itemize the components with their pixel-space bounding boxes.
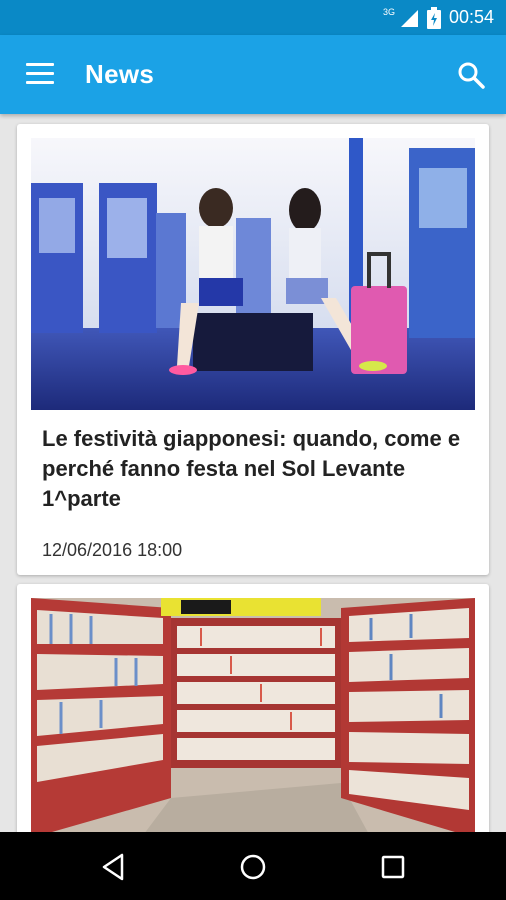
back-icon[interactable] xyxy=(96,849,132,885)
status-icons: 3G 00:54 xyxy=(383,0,494,35)
news-feed: Le festività giapponesi: quando, come e … xyxy=(0,114,506,832)
battery-icon xyxy=(426,6,441,29)
clock: 00:54 xyxy=(448,7,494,27)
menu-icon[interactable] xyxy=(26,63,54,85)
signal-icon xyxy=(400,9,418,27)
network-type: 3G xyxy=(382,6,395,17)
article-image xyxy=(31,598,475,832)
search-icon[interactable] xyxy=(456,60,486,90)
recents-icon[interactable] xyxy=(375,849,411,885)
article-image xyxy=(31,138,475,410)
article-date: 12/06/2016 18:00 xyxy=(42,540,183,560)
navigation-bar xyxy=(0,832,506,900)
home-icon[interactable] xyxy=(235,849,271,885)
status-bar: 3G 00:54 xyxy=(0,0,506,35)
news-card[interactable] xyxy=(17,584,489,832)
article-title: Le festività giapponesi: quando, come e … xyxy=(42,426,461,511)
app-bar: News xyxy=(0,35,506,114)
page-title: News xyxy=(85,59,155,89)
news-card[interactable]: Le festività giapponesi: quando, come e … xyxy=(17,124,489,575)
